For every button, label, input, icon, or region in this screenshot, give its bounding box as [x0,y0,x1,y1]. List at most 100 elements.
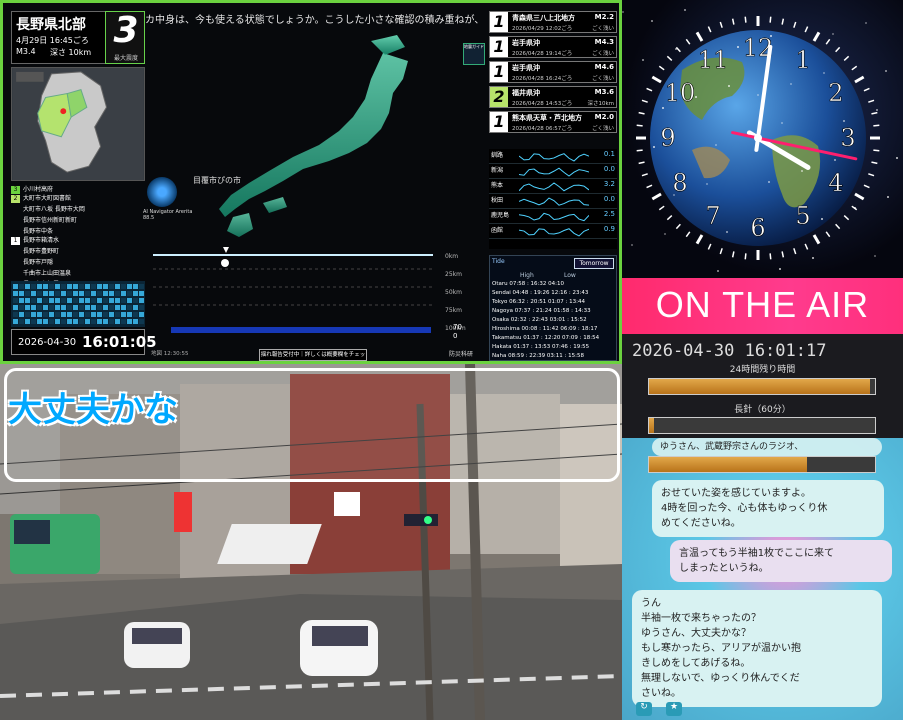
depth-scale-label: 75km [445,307,462,314]
heatmap-cell [79,291,84,296]
heatmap-cell [37,305,42,310]
heatmap-cell [55,305,60,310]
clock-tick [793,248,797,255]
heatmap-cell [43,298,48,303]
heatmap-cell [31,312,36,317]
clock-tick [646,184,653,189]
news-ticker: カ中身は、今も使える状態でしょうか。こうした小さな確認の積み重ねが、いざという時… [145,15,485,26]
history-intensity: 1 [490,62,508,82]
history-magnitude: M2.0 [594,113,614,121]
heatmap-cell [139,291,144,296]
tide-col-high: High [520,272,534,279]
star-dot [664,233,666,235]
heatmap-cell [121,305,126,310]
star-dot [821,218,823,220]
sparkline-station: 函館 [491,227,504,234]
depth-scale-graphic [153,247,433,333]
intensity-area-item: 長野市中条 [11,225,141,236]
heatmap-cell [19,305,24,310]
nied-label: 防災科研 [449,351,474,358]
heatmap-cell [61,298,66,303]
max-intensity-label: 最大震度 [113,55,138,62]
heatmap-cell [49,284,54,289]
heatmap-cell [127,298,132,303]
star-dot [726,231,728,233]
star-dot [770,35,772,37]
heatmap-cell [109,312,114,317]
clock-tick [793,21,797,28]
heatmap-cell [31,291,36,296]
tomorrow-button[interactable]: Tomorrow [574,258,614,269]
clock-numeral: 5 [795,202,810,230]
history-intensity: 1 [490,112,508,132]
clock-tick [868,99,875,103]
star-dot [790,83,792,85]
tide-row: Naha 08:59 : 22:39 03:11 : 15:58 [492,353,584,359]
intensity-area-name: 長野市信州新町新町 [23,217,78,224]
heatmap-cell [133,284,138,289]
intensity-area-name: 長野市豊野町 [23,248,60,255]
quake-history-row[interactable]: 1 熊本県天草・芦北地方 M2.0 2026/04/28 06:57ごろ ごく浅い [489,111,617,133]
quake-history-row[interactable]: 1 岩手県沖 M4.6 2026/04/28 16:24ごろ ごく浅い [489,61,617,83]
heatmap-cell [103,305,108,310]
heatmap-cell [97,312,102,317]
heatmap-cell [139,312,144,317]
tide-row: Hiroshima 00:08 : 11:42 06:09 : 18:17 [492,326,598,332]
heatmap-cell [73,305,78,310]
star-dot [812,257,814,259]
heatmap-cell [55,312,60,317]
quake-history-row[interactable]: 1 岩手県沖 M4.3 2026/04/28 19:14ごろ ごく浅い [489,36,617,58]
heatmap-cell [97,319,102,324]
chat-progress-fill [649,457,808,472]
chat-panel: ゆうさん、武蔵野宗さんのラジオ、 おせていた姿を感じていますよ。 4時を回った今… [622,438,903,720]
clock-tick [804,26,809,33]
history-depth: ごく浅い [591,76,614,82]
clock-tick [658,205,665,211]
sparkline-station: 釧路 [491,152,504,159]
star-dot [876,109,878,111]
heatmap-cell [127,284,132,289]
max-intensity-box: 3 最大震度 [105,10,145,64]
clock-tick [685,231,691,238]
star-dot [728,85,730,87]
heatmap-cell [13,291,18,296]
place-label: 目覆市ぴの市 [193,176,241,185]
history-datetime: 2026/04/28 16:24ごろ [512,76,573,82]
heatmap-cell [133,312,138,317]
analog-clock-panel: 12 1 2 3 4 5 6 7 8 9 10 11 [622,0,903,278]
quake-guide-icon[interactable]: 地震ガイド [463,43,485,65]
report-button[interactable]: 揺れ報告受付中｜詳しくは概要欄をチェック [259,349,367,361]
clock-tick [825,38,831,45]
clock-tick [719,21,723,28]
heatmap-cell [121,319,126,324]
heatmap-cell [85,284,90,289]
star-dot [631,244,633,246]
quake-history-row[interactable]: 2 福井県沖 M3.6 2026/04/28 14:53ごろ 深さ10km [489,86,617,108]
heatmap-cell [31,319,36,324]
heatmap-cell [13,319,18,324]
heatmap-cell [73,284,78,289]
star-dot [843,120,845,122]
clock-tick [641,173,648,177]
star-dot [865,22,867,24]
quake-history-row[interactable]: 1 青森県三八上北地方 M2.2 2026/04/29 12:02ごろ ごく浅い [489,11,617,33]
heatmap-cell [55,319,60,324]
heatmap-cell [61,284,66,289]
clock-tick [707,26,712,33]
heatmap-cell [115,312,120,317]
heatmap-cell [55,298,60,303]
quake-depth: 深さ 10km [50,48,92,57]
heatmap-cell [43,291,48,296]
star-icon[interactable]: ★ [666,702,682,716]
clock-tick [769,253,772,260]
history-depth: 深さ10km [587,101,614,107]
heatmap-cell [121,312,126,317]
star-dot [642,59,644,61]
heatmap-cell [103,291,108,296]
refresh-icon[interactable]: ↻ [636,702,652,716]
clock-tick [744,16,747,23]
clock-tick [638,161,645,165]
heatmap-cell [49,305,54,310]
heatmap-cell [115,284,120,289]
heatmap-cell [61,291,66,296]
